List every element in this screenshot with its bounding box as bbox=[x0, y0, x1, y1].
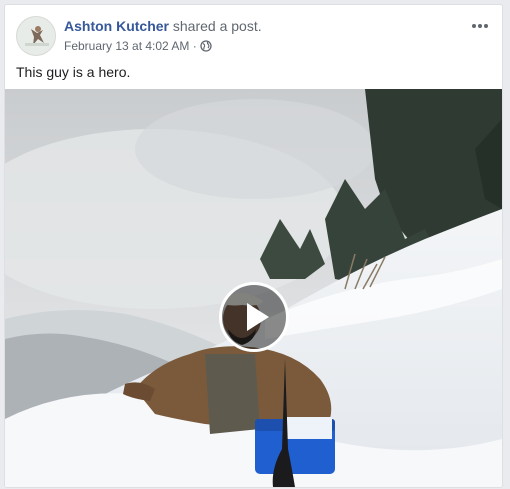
share-action-text: shared a post. bbox=[172, 18, 262, 34]
post-subline: February 13 at 4:02 AM · bbox=[64, 37, 262, 54]
play-button[interactable] bbox=[219, 282, 289, 352]
globe-icon[interactable] bbox=[200, 40, 212, 52]
post-header: Ashton Kutcher shared a post. February 1… bbox=[5, 5, 502, 65]
post-timestamp[interactable]: February 13 at 4:02 AM bbox=[64, 39, 189, 53]
post-card: Ashton Kutcher shared a post. February 1… bbox=[4, 4, 503, 488]
author-line: Ashton Kutcher shared a post. bbox=[64, 17, 262, 35]
author-avatar[interactable] bbox=[16, 16, 56, 56]
video-player[interactable] bbox=[5, 89, 502, 487]
more-options-icon[interactable] bbox=[470, 19, 490, 33]
author-name[interactable]: Ashton Kutcher bbox=[64, 18, 169, 34]
post-text: This guy is a hero. bbox=[16, 64, 131, 80]
subline-separator: · bbox=[192, 38, 197, 53]
avatar-image bbox=[17, 17, 55, 55]
play-icon bbox=[247, 303, 269, 331]
post-meta: Ashton Kutcher shared a post. February 1… bbox=[64, 17, 262, 54]
